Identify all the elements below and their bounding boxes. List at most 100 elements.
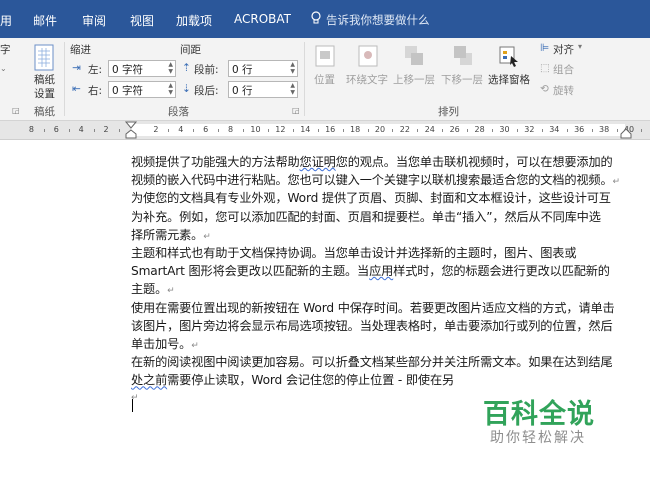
ruler-number: 36 — [574, 125, 585, 134]
ruler-tick — [467, 129, 469, 132]
bring-forward-button[interactable]: 上移一层 — [393, 72, 435, 87]
ruler-number: 12 — [275, 125, 286, 134]
right-indent-marker-icon[interactable] — [620, 127, 632, 139]
wrap-text-button[interactable]: 环绕文字 — [346, 72, 388, 87]
send-backward-icon[interactable] — [452, 44, 474, 68]
rotate-button[interactable]: 旋转 — [553, 83, 574, 98]
spinner-arrows-icon[interactable]: ▲ ▼ — [290, 82, 295, 96]
bring-forward-icon[interactable] — [403, 44, 425, 68]
ruler-tick — [68, 129, 70, 132]
lightbulb-icon — [311, 11, 321, 24]
send-backward-button[interactable]: 下移一层 — [441, 72, 483, 87]
tab-review[interactable]: 审阅 — [82, 12, 106, 29]
ruler-number: 22 — [399, 125, 410, 134]
ruler-number: 32 — [524, 125, 535, 134]
stationery-icon[interactable] — [32, 44, 56, 72]
space-before-icon: ⇡ — [182, 62, 191, 74]
ruler-tick — [417, 129, 419, 132]
indent-left-label: 左: — [88, 64, 103, 76]
line-text: 您的观点。当您单击联机视频时，可以在想要添加的 — [335, 155, 613, 169]
ruler-tick — [566, 129, 568, 132]
ruler-tick — [492, 129, 494, 132]
ruler-tick — [118, 129, 120, 132]
document-line: 主题和样式也有助于文档保持协调。当您单击设计并选择新的主题时，图片、图表或 — [131, 243, 577, 261]
paragraph-mark-icon: ↵ — [167, 286, 175, 297]
group-objects-icon: ⬚ — [540, 62, 550, 74]
document-line: 处之前需要停止读取，Word 会记住您的停止位置 - 即使在另 — [131, 370, 454, 388]
document-line: 在新的阅读视图中阅读更加容易。可以折叠文档某些部分并关注所需文本。如果在达到结尾 — [131, 352, 613, 370]
line-text: 视频的嵌入代码中进行粘贴。您也可以键入一个关键字以联机搜索最适合您的文档的视频。 — [131, 173, 613, 188]
ruler-tick — [168, 129, 170, 132]
align-button[interactable]: 对齐 — [553, 42, 574, 57]
spinner-arrows-icon[interactable]: ▲ ▼ — [168, 82, 173, 96]
tab-addins[interactable]: 加载项 — [176, 12, 212, 29]
ruler-tick — [342, 129, 344, 132]
ruler-number: 18 — [350, 125, 361, 134]
ruler-number: 2 — [103, 125, 109, 134]
ribbon: 字 ⌄ ◲ 稿纸 设置 稿纸 缩进 间距 ⇥ 左: 0 字符 ▲ ▼ ⇤ 右: 0… — [0, 38, 650, 121]
ruler-tick — [541, 129, 543, 132]
stationery-label-1: 稿纸 — [34, 74, 55, 86]
indent-left-input[interactable]: 0 字符 ▲ ▼ — [108, 60, 176, 77]
document-line: 为使您的文档具有专业外观，Word 提供了页眉、页脚、封面和文本框设计，这些设计… — [131, 188, 611, 206]
document-line: 择所需元素。↵ — [131, 225, 211, 243]
ruler-tick — [442, 129, 444, 132]
tab-mailings[interactable]: 邮件 — [33, 12, 57, 29]
ruler-tick — [243, 129, 245, 132]
ruler-tick — [392, 129, 394, 132]
selection-pane-icon[interactable] — [498, 44, 520, 68]
ruler-number: 26 — [449, 125, 460, 134]
paragraph-mark-icon: ↵ — [191, 341, 199, 351]
ruler-number: 38 — [599, 125, 610, 134]
document-line: 单击加号。↵ — [131, 334, 199, 352]
tab-view[interactable]: 视图 — [130, 12, 154, 29]
dialog-launcher-icon[interactable]: ◲ — [12, 106, 20, 115]
watermark-subtitle: 助你轻松解决 — [490, 430, 586, 446]
ruler-number: 6 — [203, 125, 209, 134]
tell-me-search[interactable]: 告诉我你想要做什么 — [326, 12, 430, 28]
ruler-tick — [218, 129, 220, 132]
text-cursor — [132, 399, 133, 412]
document-line: 视频提供了功能强大的方法帮助您证明您的观点。当您单击联机视频时，可以在想要添加的 — [131, 152, 613, 170]
group-button[interactable]: 组合 — [553, 62, 574, 77]
partial-arrow-icon: ⌄ — [0, 64, 7, 73]
group-separator — [64, 42, 65, 116]
horizontal-ruler[interactable]: 8 6 4 2 2 4 6 8 10 12 14 16 18 20 22 24 26 28 30 32 34 36 38 40 — [0, 121, 650, 140]
spinner-arrows-icon[interactable]: ▲ ▼ — [168, 61, 173, 75]
indent-title: 缩进 — [70, 44, 91, 56]
ruler-number: 4 — [178, 125, 184, 134]
proofing-underlined-text: 应用 — [369, 264, 394, 279]
position-button[interactable]: 位置 — [314, 72, 335, 87]
line-text: 使用在需要位置出现的新按钮在 Word 中保存时间。若要更改图片适应文档的方式，… — [131, 300, 615, 315]
ruler-tick — [43, 129, 45, 132]
space-after-icon: ⇣ — [182, 83, 191, 95]
space-before-label: 段前: — [194, 64, 219, 76]
ruler-number: 4 — [78, 125, 84, 134]
group-label-paragraph: 段落 — [168, 106, 189, 118]
line-text: 在新的阅读视图中阅读更加容易。可以折叠文档某些部分并关注所需文本。如果在达到结尾 — [131, 355, 613, 370]
rotate-icon: ⟲ — [540, 83, 549, 95]
tab-partial[interactable]: 用 — [0, 12, 12, 29]
tab-acrobat[interactable]: ACROBAT — [234, 12, 291, 26]
ruler-tick — [317, 129, 319, 132]
line-text: 视频提供了功能强大的方法帮助 — [131, 155, 300, 169]
position-icon[interactable] — [314, 44, 336, 68]
paragraph-mark-icon: ↵ — [612, 177, 621, 188]
document-line: 该图片，图片旁边将会显示布局选项按钮。当处理表格时，单击要添加行或列的位置，然后 — [131, 316, 613, 334]
ruler-number: 6 — [53, 125, 59, 134]
watermark-title: 百科全说 — [483, 399, 595, 430]
selection-pane-button[interactable]: 选择窗格 — [488, 72, 530, 87]
wrap-text-icon[interactable] — [357, 44, 379, 68]
space-after-input[interactable]: 0 行 ▲ ▼ — [228, 81, 298, 98]
line-text: 为使您的文档具有专业外观，Word 提供了页眉、页脚、封面和文本框设计，这些设计… — [131, 191, 611, 206]
ruler-tick — [193, 129, 195, 132]
dialog-launcher-icon[interactable]: ◲ — [292, 106, 300, 115]
ruler-tick — [641, 129, 643, 132]
spinner-arrows-icon[interactable]: ▲ ▼ — [290, 61, 295, 75]
space-before-input[interactable]: 0 行 ▲ ▼ — [228, 60, 298, 77]
indent-left-icon: ⇥ — [72, 62, 81, 74]
line-text: 主题和样式也有助于文档保持协调。当您单击设计并选择新的主题时，图片、图表或 — [131, 246, 577, 260]
document-line: 使用在需要位置出现的新按钮在 Word 中保存时间。若要更改图片适应文档的方式，… — [131, 298, 615, 316]
indent-marker-icon[interactable] — [125, 121, 137, 139]
indent-right-input[interactable]: 0 字符 ▲ ▼ — [108, 81, 176, 98]
